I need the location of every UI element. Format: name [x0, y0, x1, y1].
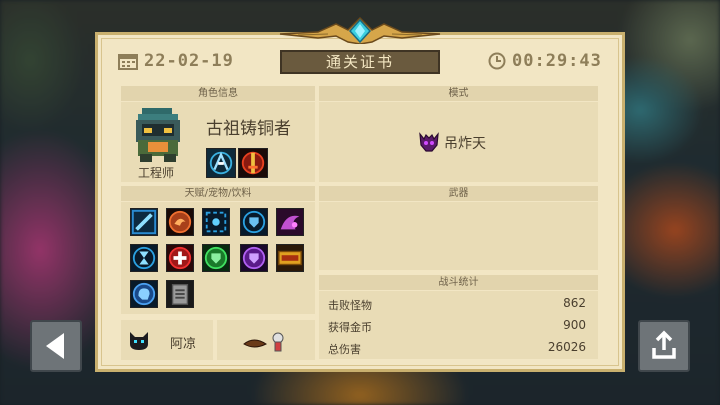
dragon-emblem-icon	[167, 209, 193, 235]
black-cat-pet-icon	[130, 332, 148, 350]
dual-blade-skill-icon	[207, 149, 235, 177]
clock-icon	[488, 52, 506, 70]
stats-section-header: 战斗统计	[319, 275, 598, 290]
stat-value: 862	[563, 296, 586, 310]
talents-section-header: 天赋/宠物/饮料	[121, 186, 315, 201]
mode-name: 吊炸天	[444, 136, 486, 152]
stat-label: 总伤害	[328, 343, 361, 356]
share-button[interactable]	[638, 320, 690, 372]
certificate-title: 通关证书	[280, 50, 440, 74]
pink-swirl-icon	[277, 209, 303, 235]
stat-row-damage: 总伤害 26026	[326, 338, 590, 358]
talent-slot	[276, 208, 304, 236]
stat-label: 获得金币	[328, 321, 372, 334]
stat-row-gold: 获得金币 900	[326, 316, 590, 336]
talent-slot	[166, 208, 194, 236]
pet-name: 阿凉	[170, 337, 197, 352]
stat-label: 击败怪物	[328, 299, 372, 312]
calendar-icon	[118, 54, 138, 70]
clipboard-icon	[167, 281, 193, 307]
talent-slot	[130, 208, 158, 236]
drink-items-icon	[243, 332, 284, 352]
hourglass-icon	[131, 245, 157, 271]
weapons-panel	[319, 202, 598, 270]
share-icon	[652, 330, 676, 359]
date-display: 22-02-19	[118, 50, 234, 72]
gem-ornament-icon	[279, 16, 441, 44]
time-display: 00:29:43	[488, 50, 602, 72]
character-name: 古祖铸铜者	[206, 119, 291, 139]
left-triangle-icon	[46, 333, 64, 359]
stat-value: 900	[563, 318, 586, 332]
talent-slot	[240, 208, 268, 236]
weapons-section-header: 武器	[319, 186, 598, 201]
skill-slot-1	[206, 148, 236, 178]
shield-badge-icon	[241, 209, 267, 235]
character-class: 工程师	[137, 166, 174, 180]
talent-slot	[166, 244, 194, 272]
time-text: 00:29:43	[512, 51, 602, 71]
talent-slot	[240, 244, 268, 272]
date-text: 22-02-19	[144, 51, 234, 71]
sale-tag-icon	[277, 245, 303, 271]
talent-slot	[202, 244, 230, 272]
crosshair-frame-icon	[203, 209, 229, 235]
sword-slash-icon	[131, 209, 157, 235]
skill-slot-2	[238, 148, 268, 178]
stat-value: 26026	[547, 340, 586, 354]
talent-slot	[130, 244, 158, 272]
back-button[interactable]	[30, 320, 82, 372]
demon-skull-icon	[419, 132, 439, 152]
talent-slot	[130, 280, 158, 308]
mode-section-header: 模式	[319, 86, 598, 101]
health-cross-icon	[167, 245, 193, 271]
purple-shield-icon	[241, 245, 267, 271]
fire-sword-skill-icon	[239, 149, 267, 177]
character-section-header: 角色信息	[121, 86, 315, 101]
green-shield-icon	[203, 245, 229, 271]
talent-slot	[166, 280, 194, 308]
stat-row-kills: 击败怪物 862	[326, 294, 590, 314]
engineer-character-icon	[136, 108, 180, 162]
talent-slot	[202, 208, 230, 236]
brain-icon	[131, 281, 157, 307]
talent-slot	[276, 244, 304, 272]
